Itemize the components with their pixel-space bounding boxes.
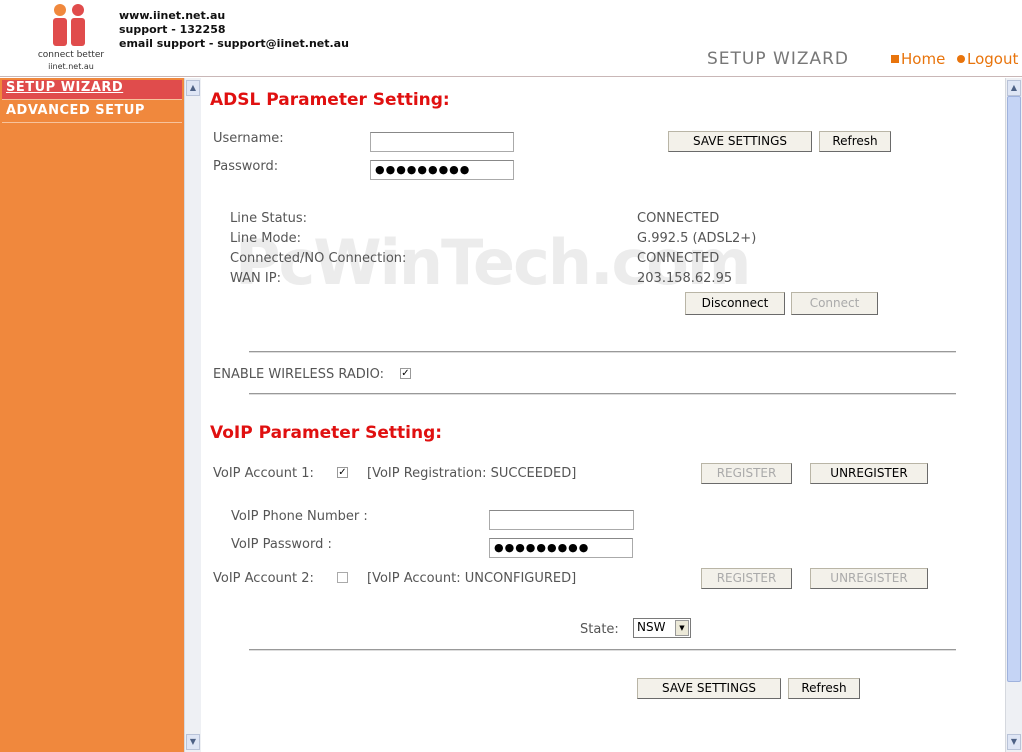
- contact-phone: support - 132258: [119, 23, 226, 36]
- register-button-2[interactable]: REGISTER: [701, 568, 792, 589]
- wan-ip-value: 203.158.62.95: [637, 271, 733, 286]
- save-settings-button-bottom[interactable]: SAVE SETTINGS: [637, 678, 781, 699]
- bullet-square-icon: [891, 55, 899, 63]
- unregister-button-2[interactable]: UNREGISTER: [810, 568, 928, 589]
- state-select[interactable]: NSW ▼: [633, 618, 691, 638]
- contact-info: www.iinet.net.au support - 132258 email …: [119, 9, 349, 51]
- scroll-thumb[interactable]: [1007, 96, 1021, 682]
- main-scrollbar[interactable]: ▲ ▼: [1005, 78, 1022, 752]
- voip-section-title: VoIP Parameter Setting:: [210, 423, 443, 443]
- password-input[interactable]: ●●●●●●●●●: [370, 160, 514, 180]
- state-label: State:: [580, 622, 619, 637]
- voip-account2-status: [VoIP Account: UNCONFIGURED]: [367, 571, 577, 586]
- save-settings-button[interactable]: SAVE SETTINGS: [668, 131, 812, 152]
- sidebar: SETUP WIZARD ADVANCED SETUP: [0, 78, 184, 752]
- wireless-radio-checkbox[interactable]: ✓: [400, 368, 411, 379]
- scroll-up-icon[interactable]: ▲: [1007, 80, 1021, 96]
- voip-phone-label: VoIP Phone Number :: [231, 509, 368, 524]
- contact-email: email support - support@iinet.net.au: [119, 37, 349, 50]
- wireless-radio-label: ENABLE WIRELESS RADIO:: [213, 367, 384, 382]
- wan-ip-label: WAN IP:: [230, 271, 281, 286]
- divider: [249, 649, 956, 651]
- username-input[interactable]: [370, 132, 514, 152]
- line-mode-label: Line Mode:: [230, 231, 302, 246]
- disconnect-button[interactable]: Disconnect: [685, 292, 785, 315]
- voip-account2-checkbox[interactable]: [337, 572, 348, 583]
- divider: [249, 393, 956, 395]
- voip-account1-label: VoIP Account 1:: [213, 466, 314, 481]
- logout-link[interactable]: Logout: [957, 50, 1018, 68]
- password-label: Password:: [213, 159, 279, 174]
- refresh-button-bottom[interactable]: Refresh: [788, 678, 860, 699]
- iinet-logo: connect better iinet.net.au: [34, 4, 108, 74]
- adsl-section-title: ADSL Parameter Setting:: [210, 90, 450, 110]
- connect-button[interactable]: Connect: [791, 292, 878, 315]
- contact-website: www.iinet.net.au: [119, 9, 226, 22]
- logo-tagline: connect better: [37, 50, 105, 60]
- scroll-down-icon[interactable]: ▼: [1007, 734, 1021, 750]
- bullet-dot-icon: [957, 55, 965, 63]
- username-label: Username:: [213, 131, 284, 146]
- sidebar-item-advanced-setup[interactable]: ADVANCED SETUP: [2, 103, 182, 123]
- line-mode-value: G.992.5 (ADSL2+): [637, 231, 757, 246]
- chevron-down-icon[interactable]: ▼: [675, 620, 689, 636]
- divider: [249, 351, 956, 353]
- connection-label: Connected/NO Connection:: [230, 251, 407, 266]
- refresh-button[interactable]: Refresh: [819, 131, 891, 152]
- scroll-down-icon[interactable]: ▼: [186, 734, 200, 750]
- line-status-value: CONNECTED: [637, 211, 720, 226]
- state-selected-value: NSW: [637, 620, 666, 634]
- unregister-button-1[interactable]: UNREGISTER: [810, 463, 928, 484]
- scroll-up-icon[interactable]: ▲: [186, 80, 200, 96]
- home-link[interactable]: Home: [891, 50, 945, 68]
- voip-account1-checkbox[interactable]: ✓: [337, 467, 348, 478]
- voip-account2-label: VoIP Account 2:: [213, 571, 314, 586]
- voip-password-input[interactable]: ●●●●●●●●●: [489, 538, 633, 558]
- register-button-1[interactable]: REGISTER: [701, 463, 792, 484]
- logo-url: iinet.net.au: [48, 62, 94, 71]
- header: connect better iinet.net.au www.iinet.ne…: [0, 0, 1022, 77]
- sidebar-item-setup-wizard[interactable]: SETUP WIZARD: [2, 80, 182, 100]
- page-title: SETUP WIZARD: [707, 49, 850, 69]
- voip-account1-status: [VoIP Registration: SUCCEEDED]: [367, 466, 577, 481]
- voip-phone-input[interactable]: [489, 510, 634, 530]
- sidebar-scrollbar[interactable]: ▲ ▼: [184, 78, 201, 752]
- voip-password-label: VoIP Password :: [231, 537, 332, 552]
- line-status-label: Line Status:: [230, 211, 308, 226]
- connection-value: CONNECTED: [637, 251, 720, 266]
